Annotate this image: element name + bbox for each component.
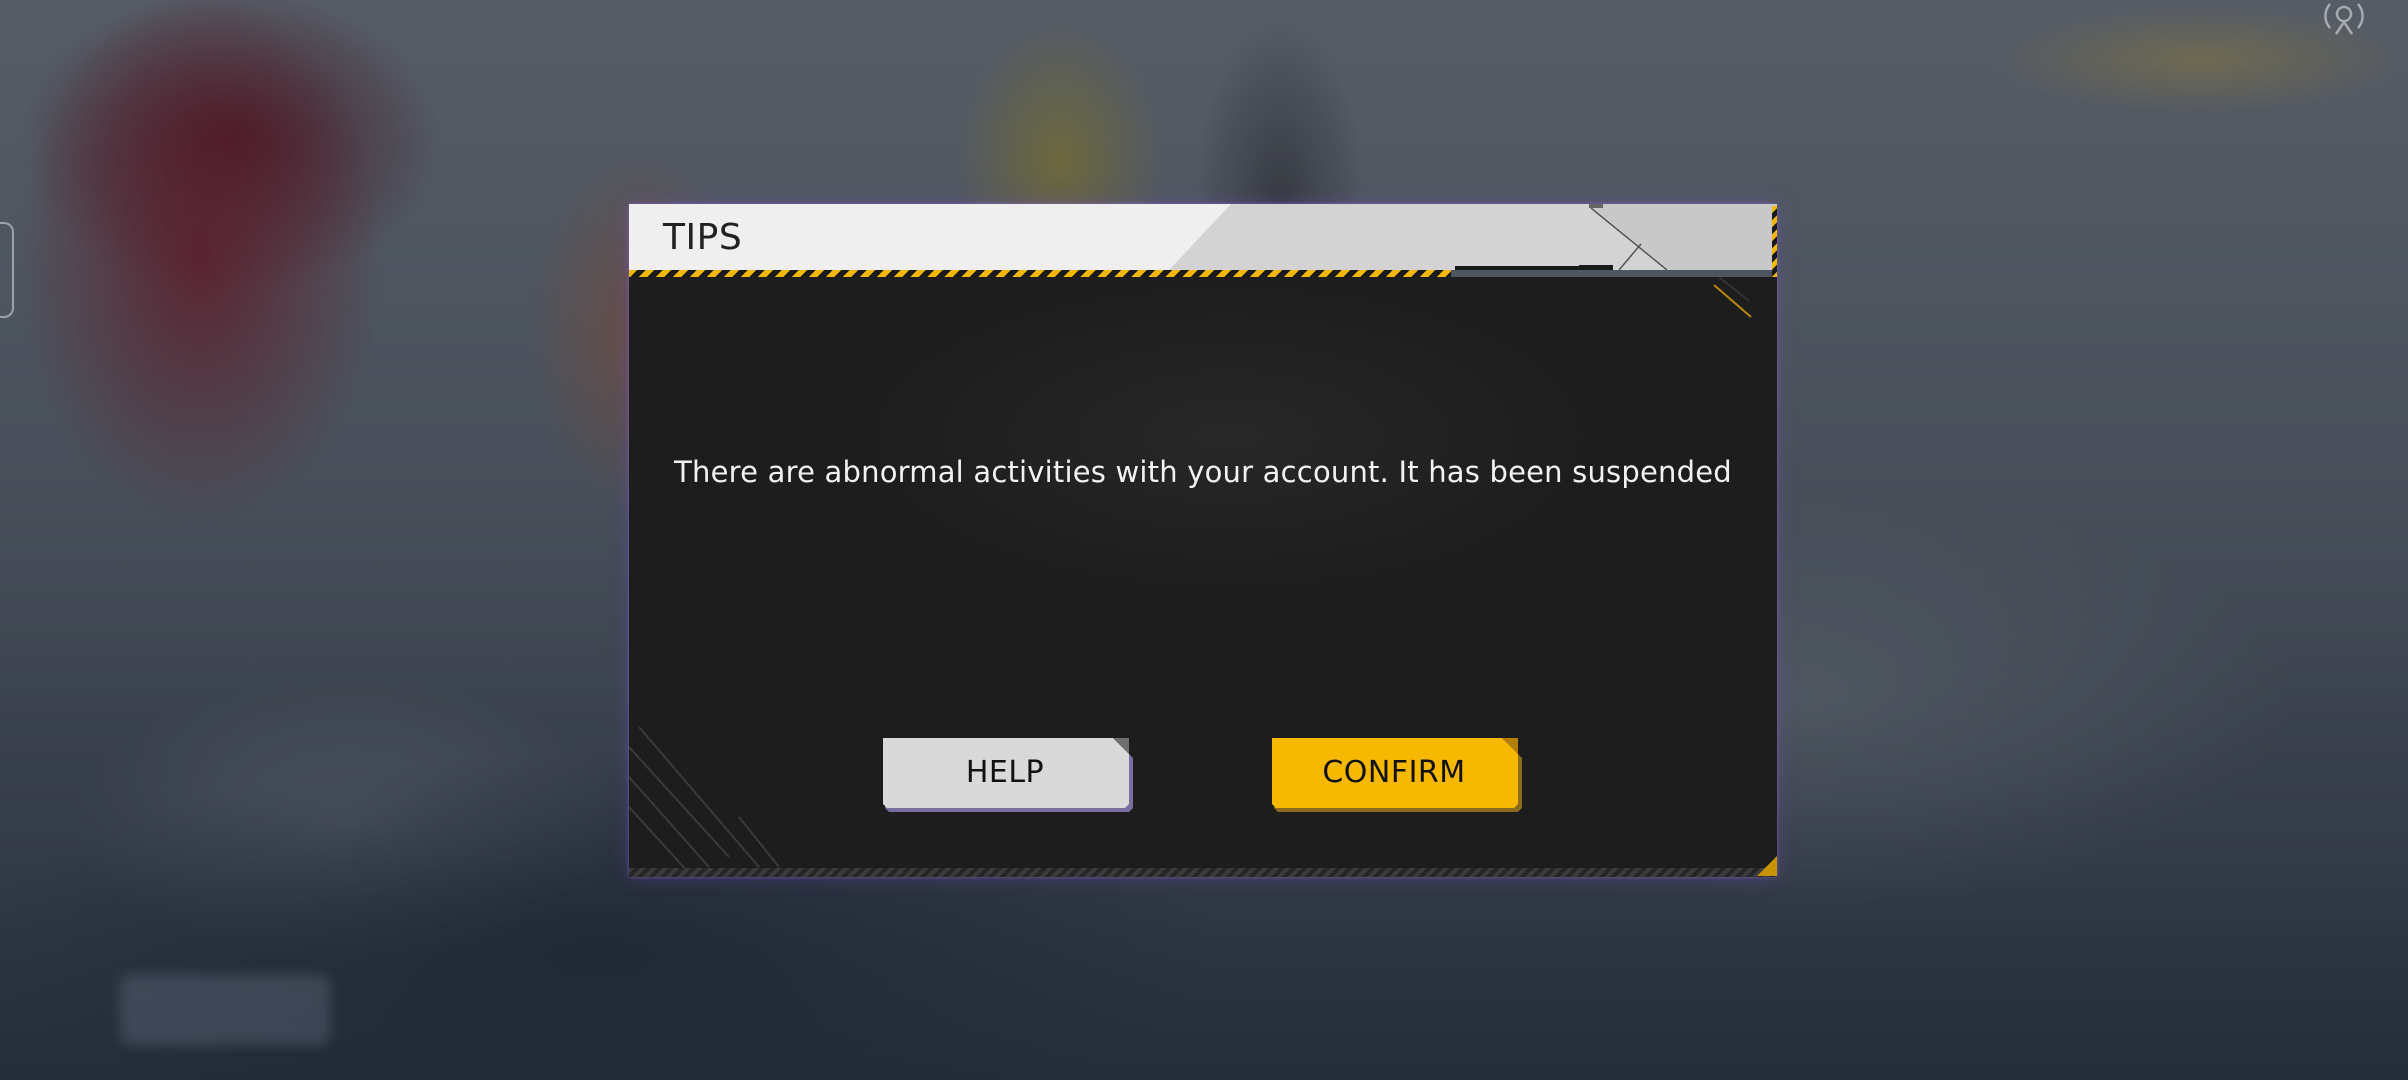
help-button[interactable]: HELP bbox=[883, 738, 1135, 814]
confirm-button[interactable]: CONFIRM bbox=[1272, 738, 1524, 814]
header-decoration bbox=[1169, 204, 1777, 270]
confirm-button-label: CONFIRM bbox=[1322, 755, 1466, 790]
hazard-stripe-right bbox=[1772, 206, 1777, 280]
dialog-title: TIPS bbox=[663, 217, 743, 258]
tips-dialog: TIPS There are abnormal activities with … bbox=[629, 204, 1777, 877]
left-edge-panel bbox=[0, 222, 14, 318]
dialog-message: There are abnormal activities with your … bbox=[674, 455, 1732, 489]
corner-accent bbox=[1757, 856, 1777, 876]
bottom-stripe bbox=[629, 868, 1777, 877]
dialog-body: There are abnormal activities with your … bbox=[629, 277, 1777, 877]
body-decoration bbox=[629, 277, 1752, 874]
blurred-hud-element bbox=[120, 975, 330, 1045]
dialog-header: TIPS bbox=[629, 204, 1777, 270]
signal-target-icon bbox=[2324, 3, 2364, 35]
game-screen: TIPS There are abnormal activities with … bbox=[0, 0, 2408, 1080]
help-button-label: HELP bbox=[965, 755, 1045, 790]
hazard-stripe bbox=[629, 270, 1451, 277]
